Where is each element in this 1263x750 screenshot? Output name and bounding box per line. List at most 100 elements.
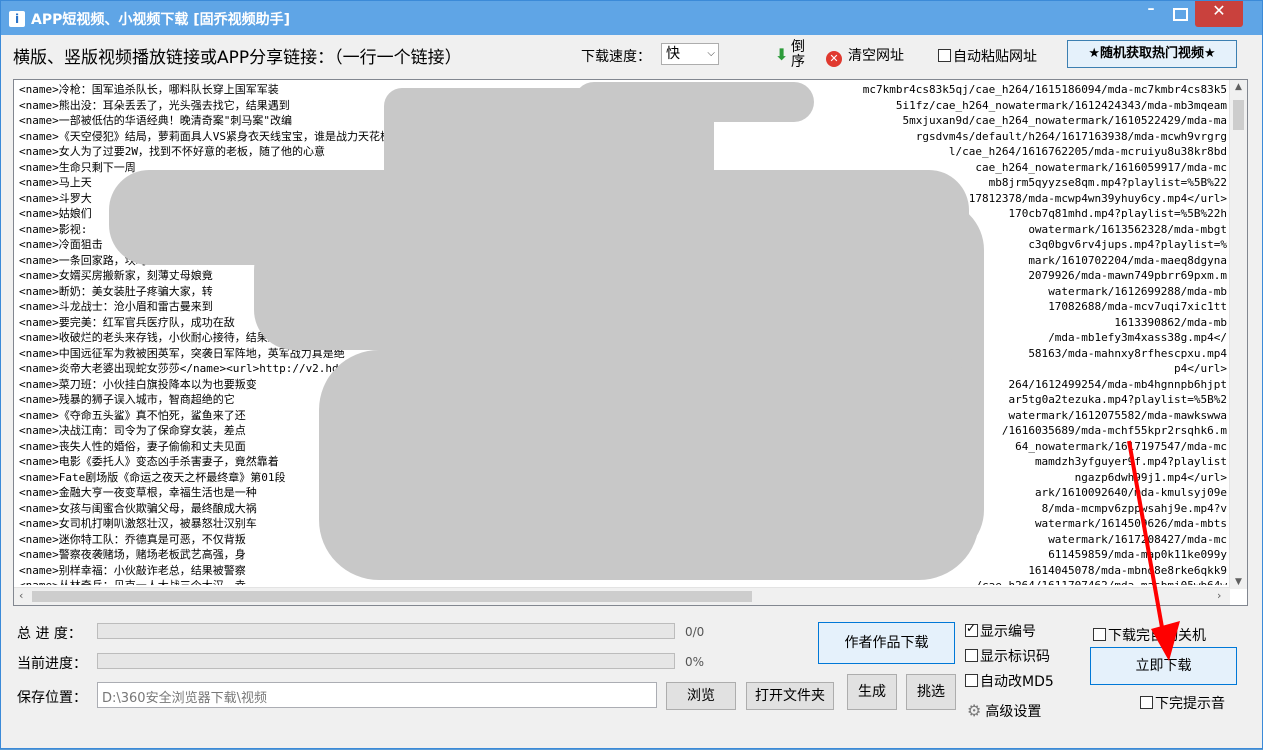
download-now-button[interactable]: 立即下载 [1090, 647, 1237, 685]
blur-overlay [319, 350, 979, 580]
url-line-tail: 17082688/mda-mcv7uqi7xic1tt [1048, 300, 1227, 313]
auto-paste-box[interactable] [938, 49, 951, 62]
url-line-name: <name>冷枪：国军追杀队长，哪料队长穿上国军军装 [19, 83, 279, 96]
url-line-tail: c3q0bgv6rv4jups.mp4?playlist=% [1028, 238, 1227, 251]
url-line-tail: 58163/mda-mahnxy8rfhescpxu.mp4 [1028, 346, 1227, 360]
url-line-tail: mamdzh3yfguyer9f.mp4?playlist [1034, 455, 1227, 468]
url-line-tail: /cae_h264/1611707462/mda-masbmi05wb64w [975, 578, 1227, 585]
url-line-name: <name>断奶：美女装肚子疼骗大家，转 [19, 284, 213, 298]
browse-button[interactable]: 浏览 [666, 682, 736, 710]
url-line-tail: 170cb7q81mhd.mp4?playlist=%5B%22h [1008, 207, 1227, 220]
url-line-name: <name>丧失人性的婚俗，妻子偷偷和丈夫见面 [19, 439, 246, 453]
generate-button[interactable]: 生成 [847, 674, 897, 710]
url-line-name: <name>金融大亨一夜变草根，幸福生活也是一种 [19, 486, 257, 499]
filter-button[interactable]: 挑选 [906, 674, 956, 710]
clear-urls-label: 清空网址 [848, 48, 904, 64]
show-number-checkbox[interactable]: 显示编号 [965, 621, 1036, 641]
close-icon: ✕ [1212, 1, 1226, 20]
url-line-tail: watermark/1617208427/mda-mc [1048, 532, 1227, 546]
auto-md5-checkbox[interactable]: 自动改MD5 [965, 671, 1054, 691]
close-button[interactable]: ✕ [1195, 1, 1243, 27]
horizontal-scrollbar[interactable]: ‹ › [14, 587, 1230, 605]
done-sound-label: 下完提示音 [1155, 696, 1225, 712]
reverse-order-button[interactable]: ⬇ 倒序 [771, 39, 811, 71]
total-progress-value: 0/0 [685, 625, 705, 639]
maximize-button[interactable] [1166, 1, 1194, 27]
url-line-tail: mb8jrm5qyyzse8qm.mp4?playlist=%5B%22 [988, 176, 1227, 189]
url-line-tail: 1613390862/mda-mb [1114, 315, 1227, 329]
shutdown-after-download-checkbox[interactable]: 下载完自动关机 [1093, 625, 1206, 645]
url-line-tail: mark/1610702204/mda-maeq8dgyna [1028, 253, 1227, 267]
url-line-tail: watermark/1612699288/mda-mb [1048, 284, 1227, 298]
url-line-name: <name>女婿买房搬新家，刻薄丈母娘竟 [19, 269, 213, 282]
url-line-tail: 2079926/mda-mawn749pbrr69pxm.m [1028, 269, 1227, 282]
author-works-download-button[interactable]: 作者作品下载 [818, 622, 955, 664]
vertical-scrollbar[interactable]: ▲ ▼ [1229, 80, 1247, 589]
url-line-tail: p4</url> [1174, 362, 1227, 375]
url-line-name: <name>炎帝大老婆出现蛇女莎莎</name><url>http://v2.h… [19, 362, 379, 375]
url-line-name: <name>一部被低估的华语经典！晚清奇案"刺马案"改编 [19, 114, 292, 127]
window-title: APP短视频、小视频下载 [固乔视频助手] [31, 12, 291, 28]
scroll-down-icon[interactable]: ▼ [1230, 577, 1247, 587]
url-line-name: <name>决战江南：司令为了保命穿女装，差点 [19, 424, 246, 437]
url-line-name: <name>Fate剧场版《命运之夜天之杯最终章》第01段 [19, 470, 286, 484]
show-tag-checkbox[interactable]: 显示标识码 [965, 646, 1050, 666]
shutdown-box[interactable] [1093, 628, 1106, 641]
url-textarea[interactable]: <name>冷枪：国军追杀队长，哪料队长穿上国军军装 mc7kmbr4cs83k5… [13, 79, 1248, 606]
horizontal-scroll-thumb[interactable] [32, 591, 752, 602]
advanced-settings-label: 高级设置 [985, 704, 1042, 720]
auto-paste-label: 自动粘贴网址 [953, 49, 1037, 65]
total-progress-bar [97, 623, 675, 639]
url-line-name: <name>姑娘们 [19, 207, 92, 220]
done-sound-checkbox[interactable]: 下完提示音 [1140, 693, 1225, 713]
url-line-tail: 264/1612499254/mda-mb4hgnnpb6hjpt [1008, 377, 1227, 391]
current-progress-bar [97, 653, 675, 669]
scroll-up-icon[interactable]: ▲ [1230, 82, 1247, 92]
current-progress-label: 当前进度： [17, 656, 87, 672]
url-line-name: <name>冷面狙击 [19, 238, 103, 251]
url-line-name: <name>生命只剩下一周 [19, 160, 136, 174]
app-window: i APP短视频、小视频下载 [固乔视频助手] – ✕ 横版、竖版视频播放链接或… [0, 0, 1263, 749]
show-number-box[interactable] [965, 621, 978, 637]
clear-urls-button[interactable]: ✕ 清空网址 [826, 45, 904, 67]
scroll-right-icon[interactable]: › [1217, 589, 1221, 602]
url-line-tail: watermark/1612075582/mda-mawkswwa [1008, 408, 1227, 422]
blur-overlay [574, 82, 814, 122]
url-line-name: <name>丛林奇兵：贝克一人大战三个大汉，幸 [19, 579, 246, 585]
url-line-tail: 8/mda-mcmpv6zppwsahj9e.mp4?v [1041, 501, 1227, 515]
show-tag-box[interactable] [965, 649, 978, 662]
url-line-name: <name>菜刀班：小伙挂白旗投降本以为也要叛变 [19, 377, 257, 391]
auto-paste-checkbox[interactable]: 自动粘贴网址 [938, 46, 1037, 66]
app-icon: i [9, 11, 25, 27]
vertical-scroll-thumb[interactable] [1233, 100, 1244, 130]
url-line-name: <name>电影《委托人》变态凶手杀害妻子，竟然靠着 [19, 455, 279, 468]
minimize-button[interactable]: – [1137, 1, 1165, 27]
done-sound-box[interactable] [1140, 696, 1153, 709]
random-hot-videos-button[interactable]: ★随机获取热门视频★ [1067, 40, 1237, 68]
save-location-label: 保存位置： [17, 690, 87, 706]
save-path-input[interactable]: D:\360安全浏览器下载\视频 [97, 682, 657, 708]
speed-label: 下载速度： [581, 49, 651, 65]
input-prompt: 横版、竖版视频播放链接或APP分享链接：（一行一个链接） [13, 48, 462, 68]
advanced-settings-button[interactable]: ⚙ 高级设置 [967, 701, 1041, 721]
open-folder-button[interactable]: 打开文件夹 [746, 682, 834, 710]
url-line-name: <name>别样幸福：小伙敲诈老总，结果被警察 [19, 563, 246, 577]
speed-select[interactable]: 快 ⌵ [661, 43, 719, 65]
reverse-order-label: 倒序 [791, 39, 805, 70]
url-line-name: <name>斗罗大 [19, 191, 92, 205]
title-bar[interactable]: i APP短视频、小视频下载 [固乔视频助手] – ✕ [1, 1, 1262, 35]
total-progress-label: 总 进 度： [17, 626, 82, 642]
url-line-tail: mc7kmbr4cs83k5qj/cae_h264/1615186094/mda… [862, 83, 1227, 96]
url-line-name: <name>女司机打喇叭激怒壮汉，被暴怒壮汉别车 [19, 517, 257, 530]
auto-md5-box[interactable] [965, 674, 978, 687]
url-line-name: <name>女孩与闺蜜合伙欺骗父母，最终酿成大祸 [19, 501, 257, 515]
url-line-tail: /1616035689/mda-mchf55kpr2rsqhk6.m [1001, 424, 1227, 437]
clear-icon: ✕ [826, 51, 842, 67]
url-line-tail: ngazp6dwh99j1.mp4</url> [1074, 470, 1227, 484]
scroll-left-icon[interactable]: ‹ [19, 589, 23, 602]
auto-md5-label: 自动改MD5 [980, 674, 1054, 690]
maximize-icon [1172, 8, 1188, 21]
gear-icon: ⚙ [967, 701, 982, 720]
url-line-name: <name>《天空侵犯》结局，萝莉面具人VS紧身衣天线宝宝，谁是战力天花板 [19, 129, 391, 143]
speed-value: 快 [666, 46, 680, 62]
